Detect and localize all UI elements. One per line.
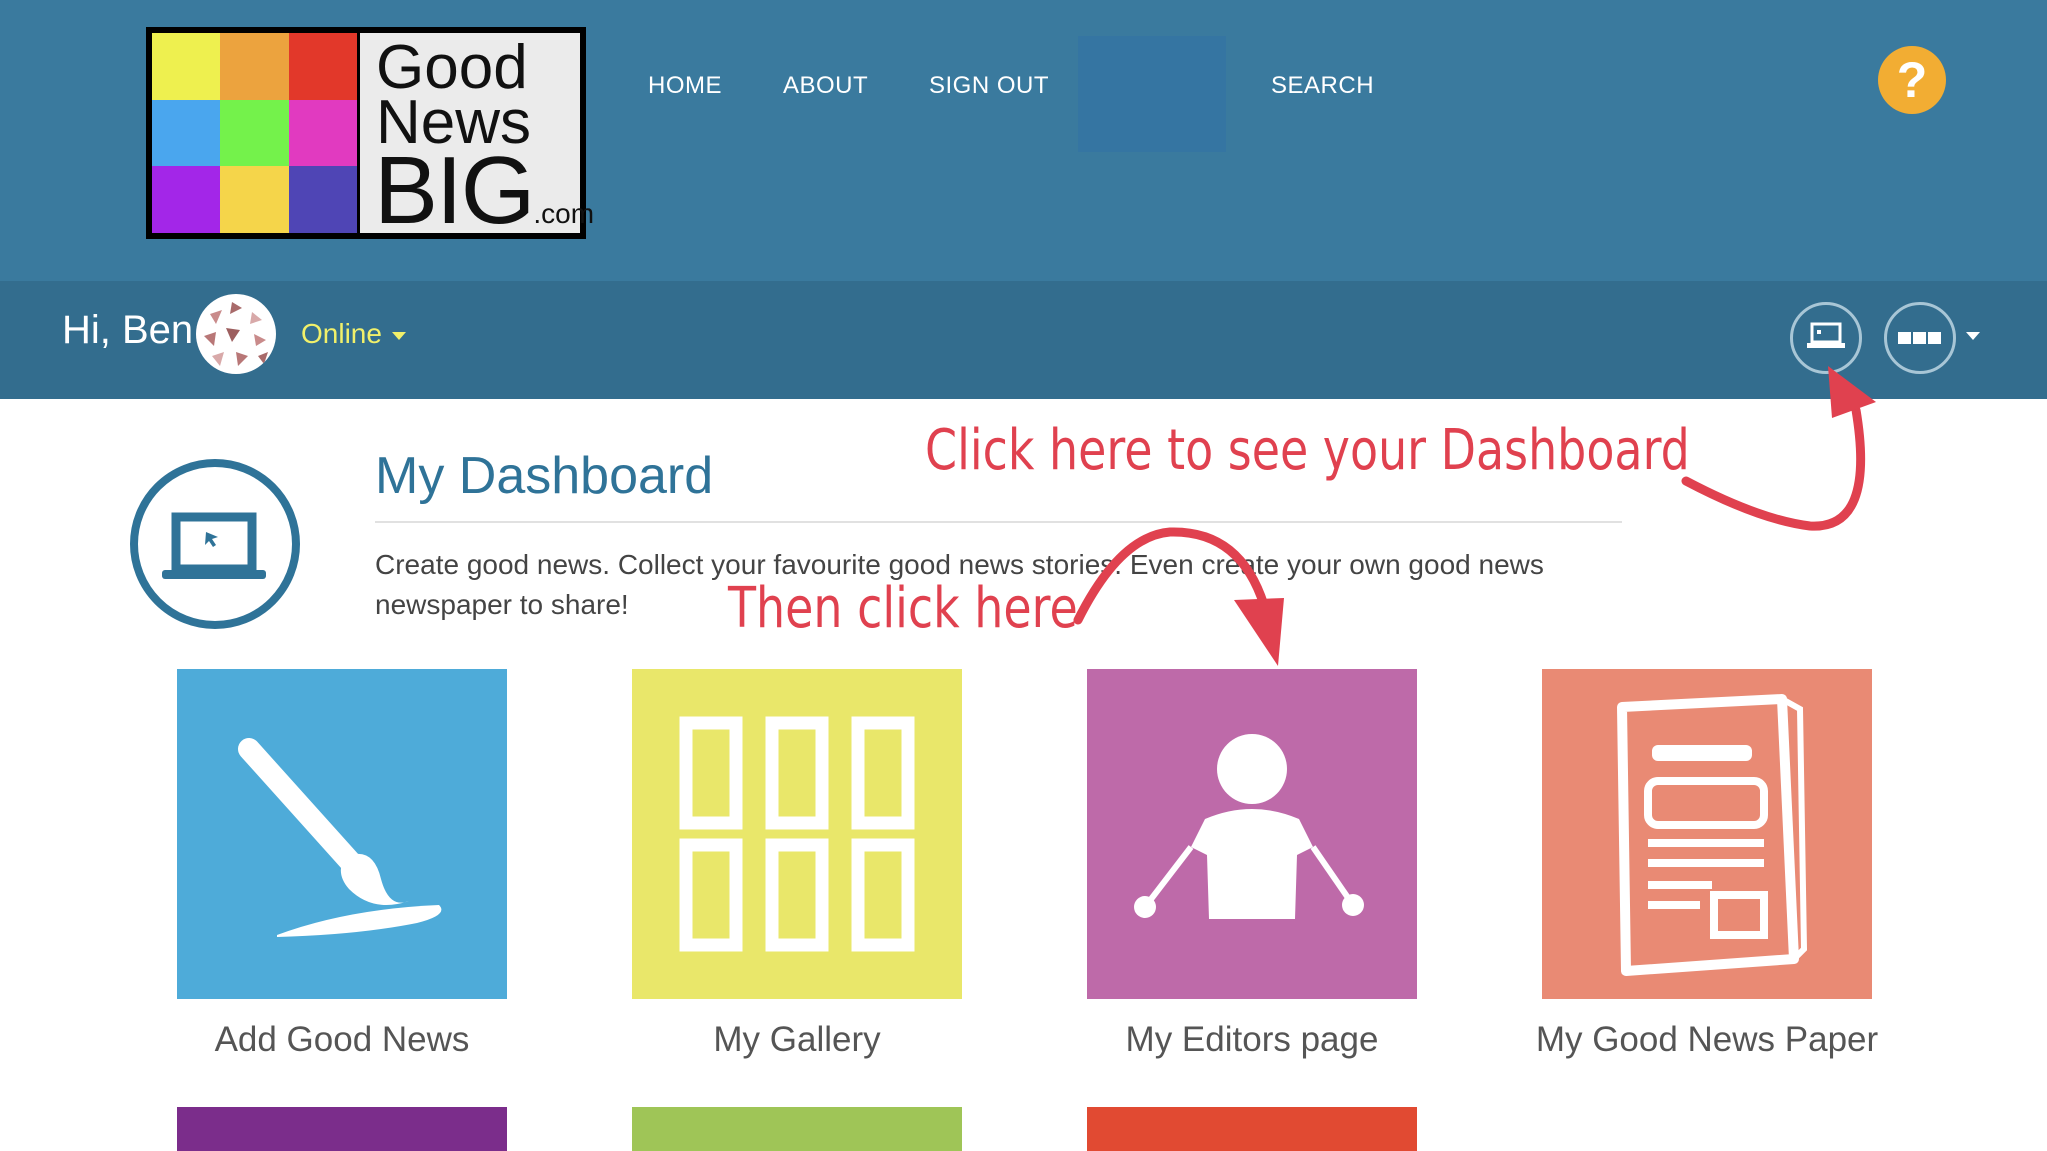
chevron-down-icon bbox=[391, 331, 406, 340]
logo-wordmark: Good News BIG.com bbox=[360, 33, 594, 239]
tile-partial[interactable] bbox=[632, 1107, 962, 1151]
arrow-to-dashboard-icon bbox=[1681, 405, 1866, 531]
page-title: My Dashboard bbox=[375, 447, 714, 505]
nav-home-link[interactable]: HOME bbox=[648, 72, 722, 100]
nav-search-link[interactable]: SEARCH bbox=[1271, 72, 1374, 100]
help-icon: ? bbox=[1896, 52, 1928, 108]
avatar[interactable] bbox=[196, 294, 276, 374]
site-logo[interactable]: Good News BIG.com bbox=[146, 27, 594, 239]
annotation-editors-hint: Then click here bbox=[728, 576, 1078, 641]
tile-label[interactable]: My Good News Paper bbox=[1507, 1020, 1907, 1060]
tile-partial[interactable] bbox=[177, 1107, 507, 1151]
laptop-icon bbox=[1807, 322, 1845, 348]
logo-color-grid bbox=[152, 33, 357, 233]
help-button[interactable]: ? bbox=[1878, 46, 1946, 114]
apps-menu-button[interactable] bbox=[1884, 302, 1956, 374]
title-divider bbox=[375, 521, 1622, 523]
status-dropdown[interactable]: Online bbox=[301, 318, 406, 350]
gallery-grid-icon bbox=[679, 716, 915, 952]
annotation-dashboard-hint: Click here to see your Dashboard bbox=[925, 418, 1690, 483]
tile-label[interactable]: My Gallery bbox=[597, 1020, 997, 1060]
nav-about-link[interactable]: ABOUT bbox=[783, 72, 868, 100]
chevron-down-icon[interactable] bbox=[1966, 332, 1980, 340]
newspaper-icon bbox=[1617, 694, 1808, 976]
laptop-icon bbox=[162, 512, 266, 579]
logo-big-text: BIG bbox=[374, 137, 535, 244]
dashboard-laptop-icon bbox=[130, 459, 300, 629]
tile-partial[interactable] bbox=[1087, 1107, 1417, 1151]
tile-my-gallery[interactable] bbox=[632, 669, 962, 999]
dashboard-button[interactable] bbox=[1790, 302, 1862, 374]
logo-line-3: BIG.com bbox=[374, 143, 595, 254]
tile-label[interactable]: Add Good News bbox=[142, 1020, 542, 1060]
nav-empty-slot bbox=[1078, 36, 1226, 152]
logo-suffix: .com bbox=[533, 198, 595, 229]
tile-my-good-news-paper[interactable] bbox=[1542, 669, 1872, 999]
status-label: Online bbox=[301, 318, 382, 349]
user-greeting: Hi, Ben bbox=[62, 308, 194, 352]
person-icon bbox=[1134, 734, 1364, 919]
tile-add-good-news[interactable] bbox=[177, 669, 507, 999]
avatar-pattern-icon bbox=[198, 296, 274, 372]
nav-signout-link[interactable]: SIGN OUT bbox=[929, 72, 1049, 100]
paintbrush-icon bbox=[238, 738, 442, 937]
grid-menu-icon bbox=[1898, 332, 1941, 344]
tile-label[interactable]: My Editors page bbox=[1052, 1020, 1452, 1060]
tile-my-editors-page[interactable] bbox=[1087, 669, 1417, 999]
